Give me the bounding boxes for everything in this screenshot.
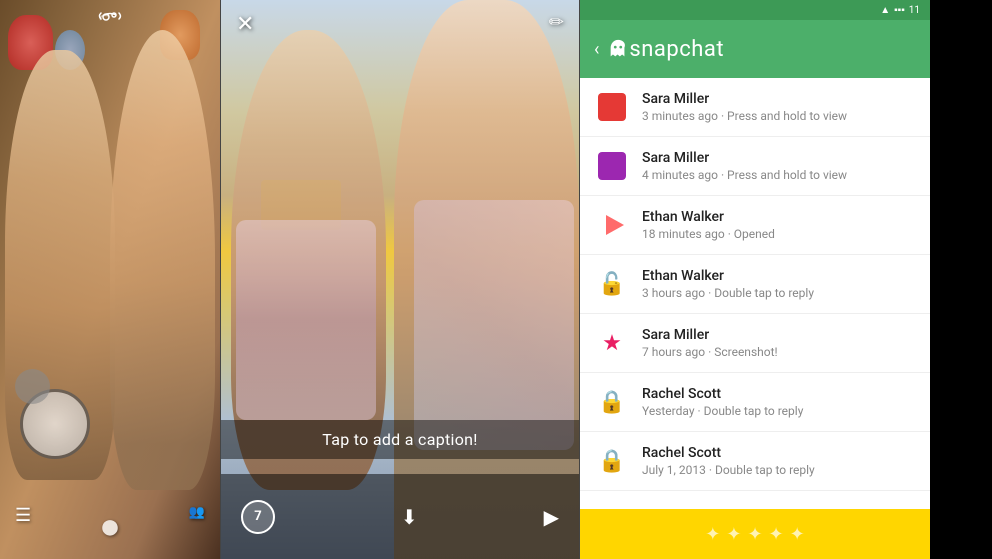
lock-icon-7: 🔒	[598, 449, 625, 474]
snap-icon-1	[594, 89, 630, 125]
panel-right: ▲ ▪▪▪ 11 ‹ snapchat Sara Miller 3 minute…	[580, 0, 930, 559]
purple-box-icon	[598, 152, 626, 180]
sparkle-3: ✦	[747, 524, 762, 545]
capture-button[interactable]: ●	[99, 505, 121, 547]
snap-info-1: Sara Miller 3 minutes ago · Press and ho…	[642, 91, 916, 123]
left-bottom-bar: ☰ ● 👥	[0, 505, 220, 547]
snap-name-4: Ethan Walker	[642, 268, 916, 284]
download-icon[interactable]: ⬇	[401, 505, 418, 529]
status-icons: ▲ ▪▪▪ 11	[880, 5, 920, 16]
snap-time-1: 3 minutes ago · Press and hold to view	[642, 109, 916, 123]
ghost-icon	[607, 38, 629, 60]
snap-item-5[interactable]: ★ Sara Miller 7 hours ago · Screenshot!	[580, 314, 930, 373]
clothing-detail	[236, 220, 376, 420]
snap-name-6: Rachel Scott	[642, 386, 916, 402]
friends-icon[interactable]: 👥	[189, 505, 205, 547]
panel-middle: ✕ ✏ Tap to add a caption! 7 ⬇ ▶	[220, 0, 580, 559]
snap-icon-3	[594, 207, 630, 243]
yellow-footer: ✦ ✦ ✦ ✦ ✦	[580, 509, 930, 559]
snap-item-2[interactable]: Sara Miller 4 minutes ago · Press and ho…	[580, 137, 930, 196]
snap-time-6: Yesterday · Double tap to reply	[642, 404, 916, 418]
sparkle-2: ✦	[726, 524, 741, 545]
snap-name-5: Sara Miller	[642, 327, 916, 343]
send-icon[interactable]: ▶	[544, 505, 559, 529]
snap-info-2: Sara Miller 4 minutes ago · Press and ho…	[642, 150, 916, 182]
arrow-right-icon	[606, 215, 624, 235]
clothing-detail-2	[414, 200, 574, 450]
signal-icon: ▲	[880, 5, 890, 16]
snap-info-6: Rachel Scott Yesterday · Double tap to r…	[642, 386, 916, 418]
app-title: snapchat	[629, 37, 724, 62]
middle-bottom-bar: 7 ⬇ ▶	[221, 474, 579, 559]
snap-info-3: Ethan Walker 18 minutes ago · Opened	[642, 209, 916, 241]
edit-button[interactable]: ✏	[549, 12, 564, 33]
sparkle-1: ✦	[705, 524, 720, 545]
snap-item-6[interactable]: 🔒 Rachel Scott Yesterday · Double tap to…	[580, 373, 930, 432]
star-icon: ★	[602, 331, 622, 356]
snap-time-2: 4 minutes ago · Press and hold to view	[642, 168, 916, 182]
lock-icon-6: 🔒	[598, 390, 625, 415]
menu-icon[interactable]: ☰	[15, 505, 31, 547]
snap-icon-5: ★	[594, 325, 630, 361]
person-left-2	[110, 30, 215, 490]
timer-value: 7	[254, 509, 261, 524]
snap-list: Sara Miller 3 minutes ago · Press and ho…	[580, 78, 930, 509]
lock-open-icon: 🔓	[598, 272, 625, 297]
snap-info-5: Sara Miller 7 hours ago · Screenshot!	[642, 327, 916, 359]
snap-name-1: Sara Miller	[642, 91, 916, 107]
animal-head	[15, 369, 50, 404]
snap-item-4[interactable]: 🔓 Ethan Walker 3 hours ago · Double tap …	[580, 255, 930, 314]
snap-icon-4: 🔓	[594, 266, 630, 302]
red-box-icon	[598, 93, 626, 121]
caption-text: Tap to add a caption!	[322, 430, 477, 449]
snapchat-header: ‹ snapchat	[580, 20, 930, 78]
status-bar: ▲ ▪▪▪ 11	[580, 0, 930, 20]
snap-item[interactable]: Sara Miller 3 minutes ago · Press and ho…	[580, 78, 930, 137]
snap-icon-7: 🔒	[594, 443, 630, 479]
caption-bar[interactable]: Tap to add a caption!	[221, 420, 579, 459]
snap-info-4: Ethan Walker 3 hours ago · Double tap to…	[642, 268, 916, 300]
sparkle-4: ✦	[769, 524, 784, 545]
snap-time-3: 18 minutes ago · Opened	[642, 227, 916, 241]
snap-time-5: 7 hours ago · Screenshot!	[642, 345, 916, 359]
snap-icon-2	[594, 148, 630, 184]
snap-time-4: 3 hours ago · Double tap to reply	[642, 286, 916, 300]
snap-info-7: Rachel Scott July 1, 2013 · Double tap t…	[642, 445, 916, 477]
wifi-icon: ▪▪▪	[894, 5, 905, 16]
close-button[interactable]: ✕	[236, 12, 254, 37]
snap-name-7: Rachel Scott	[642, 445, 916, 461]
back-arrow[interactable]: ‹	[594, 39, 599, 60]
panel-left: ☰ ● 👥	[0, 0, 220, 559]
camera-icon[interactable]	[98, 12, 122, 37]
snap-name-3: Ethan Walker	[642, 209, 916, 225]
snap-item-3[interactable]: Ethan Walker 18 minutes ago · Opened	[580, 196, 930, 255]
snap-time-7: July 1, 2013 · Double tap to reply	[642, 463, 916, 477]
timer-badge[interactable]: 7	[241, 500, 275, 534]
sparkle-5: ✦	[790, 524, 805, 545]
battery-icon: 11	[909, 5, 920, 16]
snap-name-2: Sara Miller	[642, 150, 916, 166]
snap-item-7[interactable]: 🔒 Rachel Scott July 1, 2013 · Double tap…	[580, 432, 930, 491]
sparkle-row: ✦ ✦ ✦ ✦ ✦	[705, 524, 804, 545]
snap-icon-6: 🔒	[594, 384, 630, 420]
